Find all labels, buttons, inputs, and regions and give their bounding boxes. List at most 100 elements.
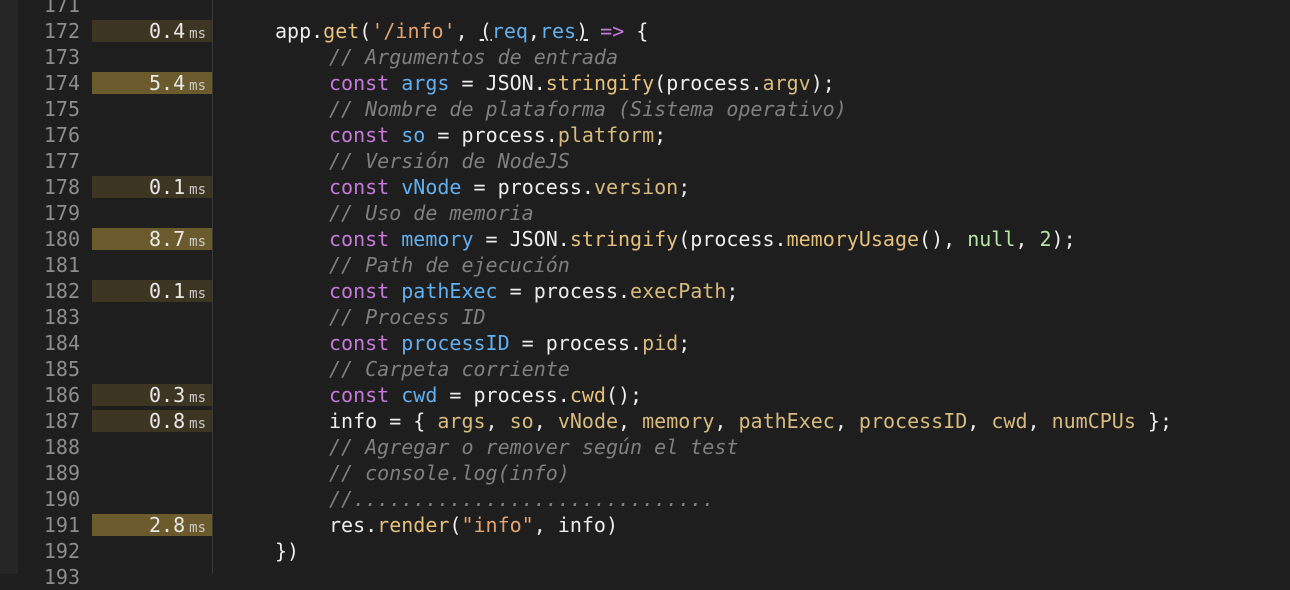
timing-value: 2.8 [149, 513, 186, 537]
timing-value: 0.3 [149, 383, 186, 407]
code-text[interactable]: //.............................. [329, 486, 714, 512]
code-token: stringify [569, 227, 679, 251]
line-number: 192 [43, 539, 80, 563]
code-line[interactable]: 172 0.4 ms app.get('/info', (req,res) => { [0, 18, 1290, 44]
line-number: 185 [43, 357, 80, 381]
code-token: // Versión de NodeJS [329, 149, 570, 173]
code-text[interactable]: const so = process.platform; [329, 122, 666, 148]
code-text[interactable]: const pathExec = process.execPath; [329, 278, 738, 304]
code-token: args [437, 409, 486, 433]
code-token: ( [359, 19, 372, 43]
code-token: }) [275, 539, 300, 563]
code-line[interactable]: 184 const processID = process.pid; [0, 330, 1290, 356]
code-text[interactable]: res.render("info", info) [329, 512, 618, 538]
code-text[interactable]: const args = JSON.stringify(process.argv… [329, 70, 835, 96]
code-token: // Path de ejecución [329, 253, 570, 277]
code-line[interactable]: 175 // Nombre de plataforma (Sistema oper… [0, 96, 1290, 122]
code-line[interactable]: 190 //.............................. [0, 486, 1290, 512]
code-text[interactable]: // Path de ejecución [329, 252, 570, 278]
code-text[interactable]: // console.log(info) [329, 460, 570, 486]
code-token: const [329, 279, 390, 303]
code-token: (process. [654, 71, 763, 95]
code-line[interactable]: 191 2.8 ms res.render("info", info) [0, 512, 1290, 538]
code-line[interactable]: 189 // console.log(info) [0, 460, 1290, 486]
code-line[interactable]: 173 // Argumentos de entrada [0, 44, 1290, 70]
timing-value: 0.1 [149, 175, 186, 199]
code-token: ) [576, 19, 589, 43]
code-line[interactable]: 193 [0, 564, 1290, 590]
code-token: . [533, 71, 546, 95]
code-token: info = { [329, 409, 438, 433]
code-token: numCPUs [1051, 409, 1136, 433]
timing-value: 8.7 [149, 227, 186, 251]
timing-value: 0.1 [149, 279, 186, 303]
code-text[interactable]: const processID = process.pid; [329, 330, 690, 356]
code-line[interactable]: 171 [0, 0, 1290, 18]
code-token: = process. [497, 279, 631, 303]
timing-badge: 0.1 ms [92, 280, 212, 302]
code-token: , [1015, 227, 1040, 251]
code-token: => [600, 19, 625, 43]
code-token: ; [726, 279, 739, 303]
code-token: app. [275, 19, 324, 43]
code-editor[interactable]: 171 172 0.4 ms app.get('/info', (req,res) =>… [0, 0, 1290, 589]
line-number: 193 [43, 565, 80, 589]
code-line[interactable]: 181 // Path de ejecución [0, 252, 1290, 278]
code-token: cwd [569, 383, 606, 407]
code-text[interactable]: const memory = JSON.stringify(process.me… [329, 226, 1076, 252]
code-line[interactable]: 178 0.1 ms const vNode = process.version; [0, 174, 1290, 200]
code-token: stringify [545, 71, 655, 95]
code-text[interactable]: app.get('/info', (req,res) => { [275, 18, 648, 44]
code-line[interactable]: 183 // Process ID [0, 304, 1290, 330]
code-token: (process. [678, 227, 787, 251]
line-number: 175 [43, 97, 80, 121]
code-line[interactable]: 186 0.3 ms const cwd = process.cwd(); [0, 382, 1290, 408]
code-token: // Agregar o remover según el test [329, 435, 739, 459]
code-text[interactable]: // Nombre de plataforma (Sistema operati… [329, 96, 847, 122]
code-line[interactable]: 174 5.4 ms const args = JSON.stringify(proc… [0, 70, 1290, 96]
code-token: vNode [401, 175, 462, 199]
code-text[interactable]: // Process ID [329, 304, 486, 330]
code-text[interactable]: // Agregar o remover según el test [329, 434, 738, 460]
timing-badge: 2.8 ms [92, 514, 212, 536]
timing-unit: ms [189, 234, 206, 250]
code-text[interactable]: // Uso de memoria [329, 200, 534, 226]
code-line[interactable]: 187 0.8 ms info = { args, so, vNode, memory… [0, 408, 1290, 434]
code-token: (); [605, 383, 643, 407]
code-line[interactable]: 179 // Uso de memoria [0, 200, 1290, 226]
code-token: '/info' [371, 19, 456, 43]
code-token: req [491, 19, 528, 43]
code-text[interactable]: }) [275, 538, 299, 564]
code-line[interactable]: 177 // Versión de NodeJS [0, 148, 1290, 174]
code-line[interactable]: 182 0.1 ms const pathExec = process.execPat… [0, 278, 1290, 304]
timing-badge: 0.3 ms [92, 384, 212, 406]
code-token: ; [654, 123, 667, 147]
code-text[interactable]: // Argumentos de entrada [329, 44, 618, 70]
code-line[interactable]: 188 // Agregar o remover según el test [0, 434, 1290, 460]
code-text[interactable]: // Carpeta corriente [329, 356, 570, 382]
code-token: , [485, 409, 510, 433]
code-text[interactable]: const vNode = process.version; [329, 174, 690, 200]
code-text[interactable]: info = { args, so, vNode, memory, pathEx… [329, 408, 1172, 434]
timing-badge: 0.8 ms [92, 410, 212, 432]
code-token: res [539, 19, 577, 43]
code-line[interactable]: 180 8.7 ms const memory = JSON.stringify(pr… [0, 226, 1290, 252]
code-token: processID [401, 331, 510, 355]
line-number: 174 [43, 71, 80, 95]
code-token: memoryUsage [786, 227, 920, 251]
code-token: , [967, 409, 992, 433]
code-token: ( [449, 513, 462, 537]
code-line[interactable]: 176 const so = process.platform; [0, 122, 1290, 148]
line-number: 187 [43, 409, 80, 433]
code-token: ; [678, 331, 691, 355]
code-text[interactable]: const cwd = process.cwd(); [329, 382, 642, 408]
code-text[interactable]: // Versión de NodeJS [329, 148, 570, 174]
code-line[interactable]: 192}) [0, 538, 1290, 564]
code-token: = [449, 71, 486, 95]
code-line[interactable]: 185 // Carpeta corriente [0, 356, 1290, 382]
code-token: ); [810, 71, 835, 95]
